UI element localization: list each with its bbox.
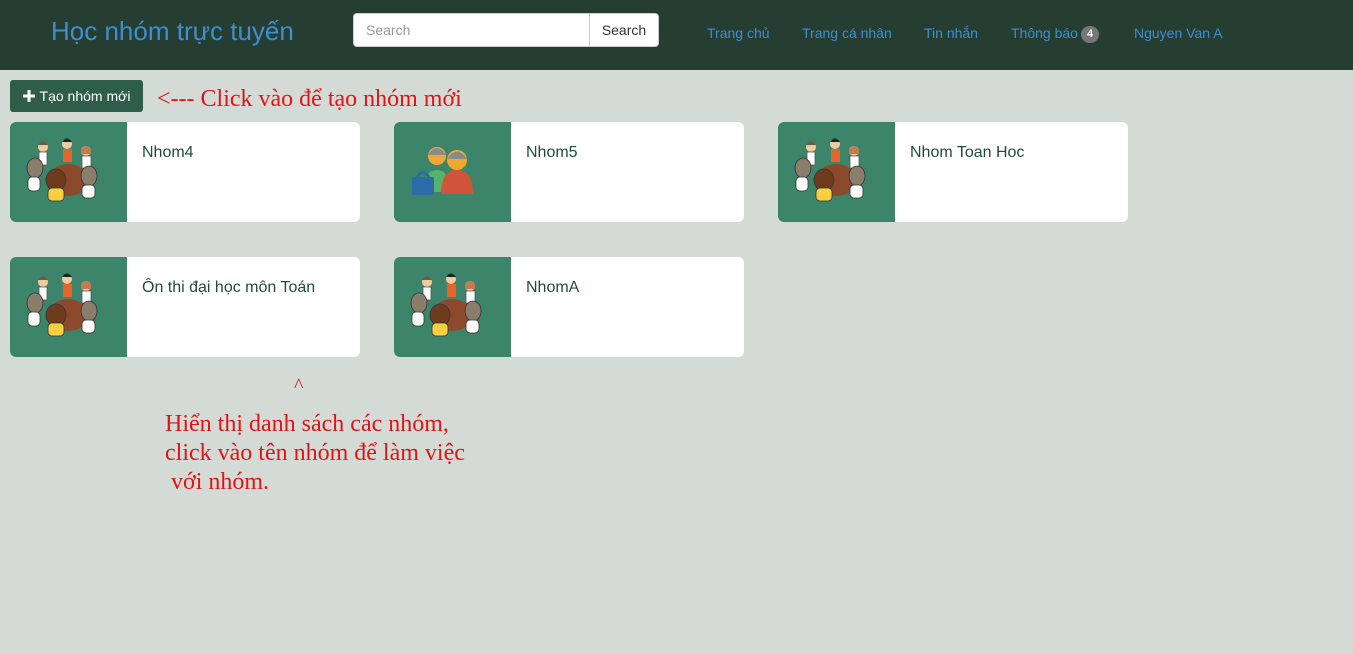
group-list-hint-annotation: Hiển thị danh sách các nhóm, click vào t… xyxy=(165,411,465,495)
group-name-link[interactable]: Nhom4 xyxy=(142,144,194,162)
group-meeting-icon xyxy=(410,273,482,337)
group-card[interactable]: Ôn thi đại học môn Toán xyxy=(10,257,360,357)
group-meeting-icon xyxy=(26,138,98,202)
nav-link-user[interactable]: Nguyen Van A xyxy=(1134,25,1222,41)
nav-link-profile[interactable]: Trang cá nhân xyxy=(802,25,892,41)
create-hint-annotation: <--- Click vào để tạo nhóm mới xyxy=(157,86,462,112)
group-card[interactable]: Nhom Toan Hoc xyxy=(778,122,1128,222)
group-name-link[interactable]: Nhom5 xyxy=(526,144,578,162)
group-name-link[interactable]: Nhom Toan Hoc xyxy=(910,144,1024,162)
group-image xyxy=(778,122,895,222)
brand-link[interactable]: Học nhóm trực tuyến xyxy=(51,16,294,47)
nav-link-notifications-label: Thông báo xyxy=(1011,25,1078,41)
nav-link-messages[interactable]: Tin nhắn xyxy=(924,25,978,41)
group-card[interactable]: NhomA xyxy=(394,257,744,357)
group-card[interactable]: Nhom4 xyxy=(10,122,360,222)
create-group-label: Tạo nhóm mới xyxy=(39,88,131,104)
nav-link-home[interactable]: Trang chủ xyxy=(707,25,770,41)
create-group-button[interactable]: Tạo nhóm mới xyxy=(10,80,143,112)
caret-annotation: ^ xyxy=(294,375,304,397)
group-image xyxy=(10,257,127,357)
two-people-icon xyxy=(410,145,475,197)
search-input[interactable] xyxy=(353,13,590,47)
plus-icon xyxy=(22,90,35,102)
group-meeting-icon xyxy=(26,273,98,337)
group-image xyxy=(10,122,127,222)
group-image xyxy=(394,122,511,222)
nav-link-notifications[interactable]: Thông báo 4 xyxy=(1011,25,1100,43)
group-card[interactable]: Nhom5 xyxy=(394,122,744,222)
search-form: Search xyxy=(353,13,659,47)
group-image xyxy=(394,257,511,357)
search-button[interactable]: Search xyxy=(589,13,659,47)
group-name-link[interactable]: NhomA xyxy=(526,279,579,297)
group-meeting-icon xyxy=(794,138,866,202)
group-name-link[interactable]: Ôn thi đại học môn Toán xyxy=(142,279,315,297)
notification-count-badge: 4 xyxy=(1080,26,1100,43)
navbar: Học nhóm trực tuyến Search Trang chủ Tra… xyxy=(0,0,1353,70)
